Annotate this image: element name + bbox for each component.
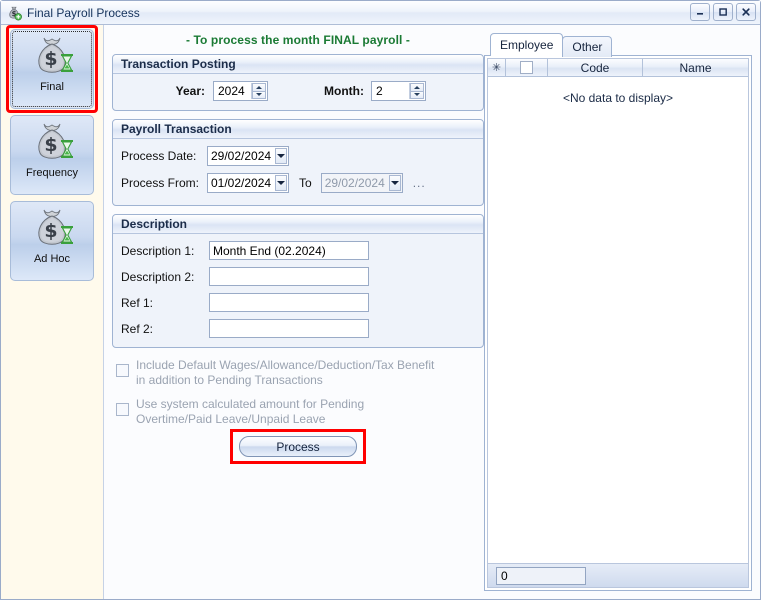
process-to-value: 29/02/2024	[322, 174, 388, 192]
include-default-wages-checkbox[interactable]	[116, 364, 129, 377]
year-spinner-buttons[interactable]	[251, 83, 266, 99]
tab-employee[interactable]: Employee	[490, 33, 563, 56]
include-default-wages-line2: in addition to Pending Transactions	[136, 373, 323, 387]
money-bag-hourglass-icon: $	[28, 35, 76, 79]
use-system-calculated-checkbox-row[interactable]: Use system calculated amount for Pending…	[116, 397, 484, 427]
process-from-combo[interactable]: 01/02/2024	[207, 173, 289, 193]
to-label: To	[299, 176, 312, 190]
employee-grid: ✳ Code Name <No data to display> 0	[484, 55, 752, 591]
money-bag-hourglass-icon: $	[28, 121, 76, 165]
month-spinner-buttons[interactable]	[409, 83, 424, 99]
sidebar-item-label: Frequency	[26, 167, 78, 179]
column-header-name[interactable]: Name	[643, 59, 748, 77]
description-group: Description Description 1: Description 2…	[112, 214, 484, 348]
description-2-input[interactable]	[209, 267, 369, 286]
process-button-wrap: Process	[239, 436, 357, 457]
window-title: Final Payroll Process	[27, 6, 140, 20]
year-spin-up[interactable]	[252, 83, 266, 91]
sidebar: $ Final	[1, 25, 104, 599]
employee-grid-inner: ✳ Code Name <No data to display> 0	[487, 58, 749, 588]
money-bag-icon: $	[6, 5, 22, 21]
window-controls	[690, 3, 756, 21]
close-button[interactable]	[736, 3, 756, 21]
description-2-label: Description 2:	[121, 270, 209, 284]
chevron-down-icon[interactable]	[389, 175, 401, 191]
year-label: Year:	[121, 84, 205, 98]
year-stepper[interactable]: 2024	[213, 81, 268, 101]
column-header-code[interactable]: Code	[548, 59, 643, 77]
process-date-combo[interactable]: 29/02/2024	[207, 146, 289, 166]
use-system-calculated-checkbox[interactable]	[116, 403, 129, 416]
transaction-posting-title: Transaction Posting	[113, 55, 483, 74]
month-spin-up[interactable]	[410, 83, 424, 91]
description-1-label: Description 1:	[121, 244, 209, 258]
tab-strip: Employee Other	[484, 33, 752, 55]
sidebar-item-label: Final	[40, 81, 64, 93]
month-stepper[interactable]: 2	[371, 81, 426, 101]
sidebar-item-frequency[interactable]: $ Frequency	[10, 115, 94, 195]
svg-text:$: $	[44, 134, 57, 156]
include-default-wages-line1: Include Default Wages/Allowance/Deductio…	[136, 358, 434, 372]
grid-header-row: ✳ Code Name	[488, 59, 748, 77]
date-range-ellipsis-button[interactable]: ...	[413, 176, 426, 190]
ref-1-label: Ref 1:	[121, 296, 209, 310]
process-from-label: Process From:	[121, 176, 207, 190]
window-body: $ Final	[1, 25, 760, 599]
application-window: $ Final Payroll Process	[0, 0, 761, 600]
sidebar-item-final[interactable]: $ Final	[10, 29, 94, 109]
use-system-calculated-line2: Overtime/Paid Leave/Unpaid Leave	[136, 412, 325, 426]
include-default-wages-label: Include Default Wages/Allowance/Deductio…	[136, 358, 434, 388]
use-system-calculated-label: Use system calculated amount for Pending…	[136, 397, 364, 427]
select-all-column-header[interactable]	[506, 59, 548, 77]
process-date-label: Process Date:	[121, 149, 207, 163]
sidebar-item-label: Ad Hoc	[34, 253, 70, 265]
description-title: Description	[113, 215, 483, 234]
page-banner: - To process the month FINAL payroll -	[112, 25, 484, 54]
transaction-posting-group: Transaction Posting Year: 2024	[112, 54, 484, 111]
process-from-value: 01/02/2024	[208, 174, 274, 192]
title-bar: $ Final Payroll Process	[1, 1, 760, 25]
svg-text:$: $	[44, 220, 57, 242]
employee-panel: Employee Other ✳ Code Name	[484, 25, 760, 599]
new-row-indicator-icon: ✳	[488, 59, 506, 77]
main-content: - To process the month FINAL payroll - T…	[104, 25, 760, 599]
month-value: 2	[372, 82, 409, 100]
ref-1-input[interactable]	[209, 293, 369, 312]
tab-other[interactable]: Other	[562, 36, 612, 57]
chevron-down-icon[interactable]	[275, 175, 287, 191]
sidebar-item-ad-hoc[interactable]: $ Ad Hoc	[10, 201, 94, 281]
month-spin-down[interactable]	[410, 91, 424, 100]
ref-2-input[interactable]	[209, 319, 369, 338]
select-all-checkbox[interactable]	[520, 61, 533, 74]
grid-footer: 0	[488, 563, 748, 587]
svg-text:$: $	[44, 48, 57, 70]
year-value: 2024	[214, 82, 251, 100]
minimize-button[interactable]	[690, 3, 710, 21]
use-system-calculated-line1: Use system calculated amount for Pending	[136, 397, 364, 411]
month-label: Month:	[324, 84, 364, 98]
process-date-value: 29/02/2024	[208, 147, 274, 165]
process-button[interactable]: Process	[239, 436, 357, 457]
form-column: - To process the month FINAL payroll - T…	[104, 25, 484, 599]
payroll-transaction-group: Payroll Transaction Process Date: 29/02/…	[112, 119, 484, 206]
money-bag-hourglass-icon: $	[28, 207, 76, 251]
grid-footer-count[interactable]: 0	[496, 567, 586, 585]
year-spin-down[interactable]	[252, 91, 266, 100]
description-1-input[interactable]	[209, 241, 369, 260]
ref-2-label: Ref 2:	[121, 322, 209, 336]
maximize-button[interactable]	[713, 3, 733, 21]
chevron-down-icon[interactable]	[275, 148, 287, 164]
grid-empty-message: <No data to display>	[488, 91, 748, 105]
payroll-transaction-title: Payroll Transaction	[113, 120, 483, 139]
include-default-wages-checkbox-row[interactable]: Include Default Wages/Allowance/Deductio…	[116, 358, 484, 388]
process-to-combo[interactable]: 29/02/2024	[321, 173, 403, 193]
grid-body[interactable]: <No data to display>	[488, 77, 748, 563]
